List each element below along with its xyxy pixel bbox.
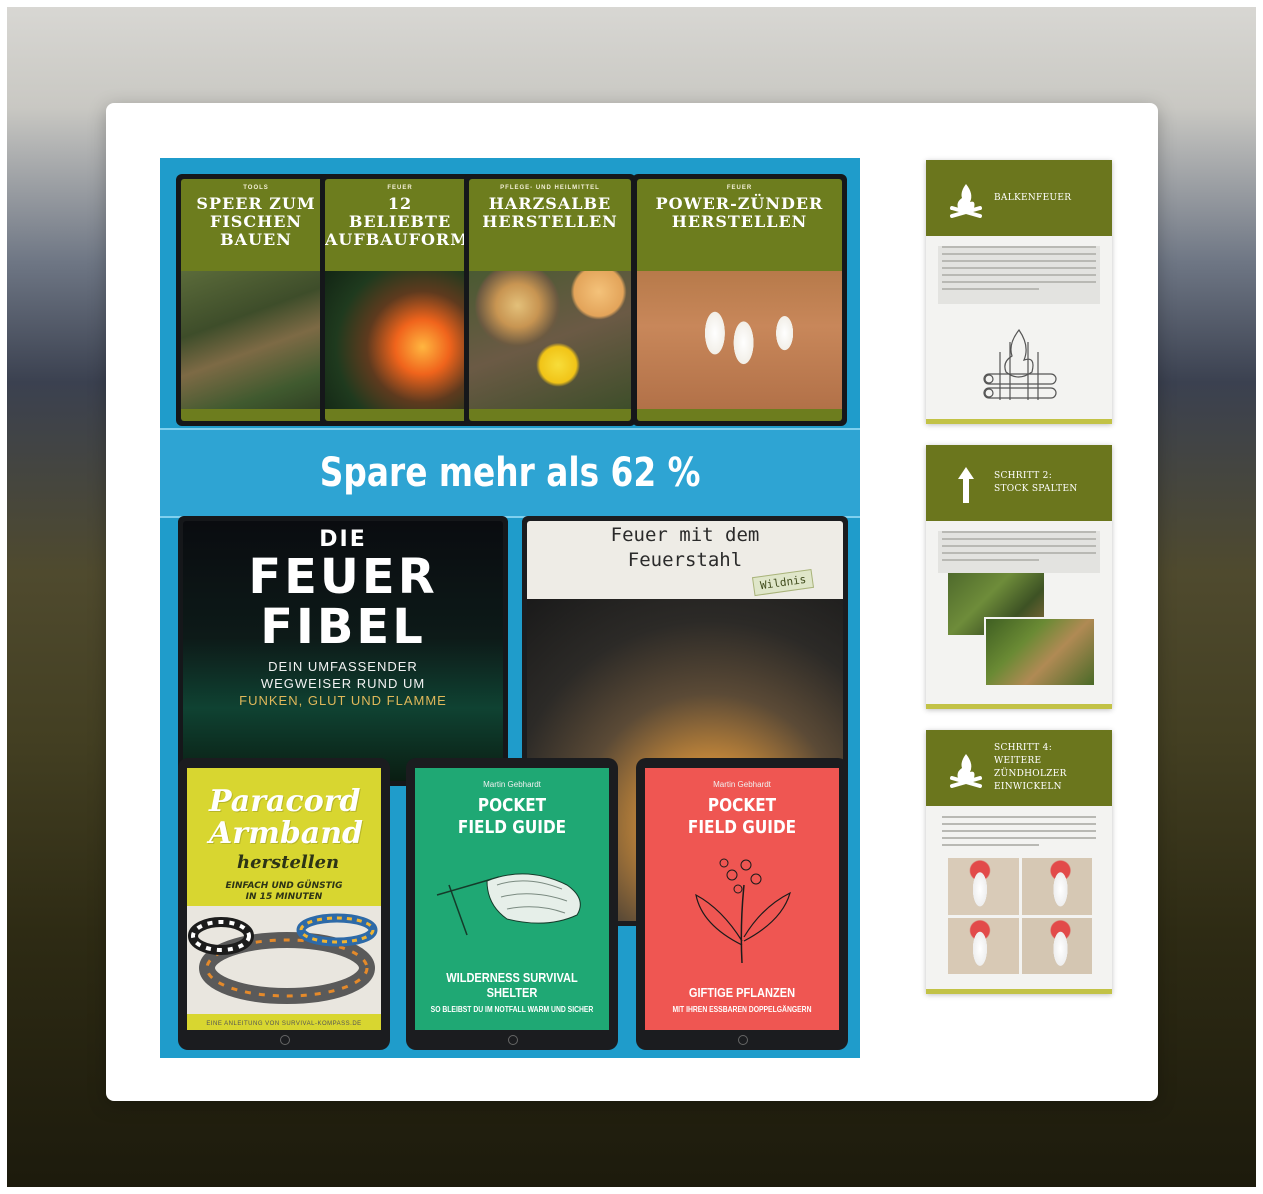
cover-title: 12 BELIEBTE AUFBAUFORMEN: [325, 194, 475, 249]
tablet-home-button: [738, 1035, 748, 1045]
paracord-subtitle: herstellen: [237, 852, 340, 873]
guide-page-stock-spalten[interactable]: SCHRITT 2: STOCK SPALTEN: [926, 445, 1112, 709]
ebook-paracord: Paracord Armband herstellen EINFACH UND …: [178, 758, 390, 1050]
paracord-bracelet-illustration: [188, 913, 378, 1004]
guide-text-block: [938, 531, 1100, 573]
paracord-title: Paracord Armband: [209, 784, 364, 851]
ebook-speer-fischen: TOOLS SPEER ZUM FISCHEN BAUEN: [176, 174, 336, 426]
cover-title: POWER-ZÜNDER HERSTELLEN: [655, 194, 824, 231]
cover-photo: [637, 271, 842, 409]
cover-photo: [469, 271, 631, 409]
paracord-tagline: EINFACH UND GÜNSTIG IN 15 MINUTEN: [225, 881, 343, 902]
pocket-author: Martin Gebhardt: [713, 780, 771, 789]
feuer-fibel-subtitle-accent: FUNKEN, GLUT UND FLAMME: [239, 693, 447, 708]
shelter-illustration: [436, 873, 581, 936]
guide-header: SCHRITT 2: STOCK SPALTEN: [926, 445, 1112, 521]
campfire-icon: [950, 754, 982, 788]
pocket-bottom-subtitle: MIT IHREN ESSBAREN DOPPELGÄNGERN: [672, 1005, 812, 1014]
guide-header: BALKENFEUER: [926, 160, 1112, 236]
pocket-title: POCKET FIELD GUIDE: [687, 795, 797, 838]
ebook-power-zuender: FEUER POWER-ZÜNDER HERSTELLEN: [632, 174, 847, 426]
feuer-fibel-title: FEUER FIBEL: [248, 549, 438, 655]
pocket-bottom-subtitle: SO BLEIBST DU IM NOTFALL WARM UND SICHER: [430, 1005, 594, 1014]
ebook-harzsalbe: PFLEGE- UND HEILMITTEL HARZSALBE HERSTEL…: [464, 174, 636, 426]
guide-title: BALKENFEUER: [994, 192, 1072, 203]
tablet-home-button: [508, 1035, 518, 1045]
paracord-footer: EINE ANLEITUNG VON SURVIVAL-KOMPASS.DE: [206, 1021, 362, 1027]
guide-page-balkenfeuer[interactable]: BALKENFEUER: [926, 160, 1112, 424]
pocket-title: POCKET FIELD GUIDE: [457, 795, 567, 838]
guide-page-zuendholzer[interactable]: SCHRITT 4: WEITERE ZÜNDHOLZER EINWICKELN: [926, 730, 1112, 994]
cover-title: HARZSALBE HERSTELLEN: [482, 194, 618, 231]
feuer-fibel-subtitle: DEIN UMFASSENDER WEGWEISER RUND UM: [260, 659, 426, 691]
paracord-photo: [187, 906, 381, 1014]
pocket-bottom-title: GIFTIGE PFLANZEN: [688, 985, 796, 1000]
guide-text-block: [938, 816, 1100, 858]
cover-title: SPEER ZUM FISCHEN BAUEN: [196, 194, 316, 249]
ebook-feuer-fibel: DIE FEUER FIBEL DEIN UMFASSENDER WEGWEIS…: [178, 516, 508, 786]
plant-illustration: [695, 858, 791, 964]
cover-photo: [325, 271, 475, 409]
guide-photo-2: [984, 617, 1096, 687]
feuerstahl-title: Feuer mit dem Feuerstahl: [610, 524, 760, 571]
pocket-author: Martin Gebhardt: [483, 780, 541, 789]
guide-photo-grid: [948, 858, 1092, 974]
cover-category: TOOLS: [243, 185, 269, 191]
guide-title: SCHRITT 4: WEITERE ZÜNDHOLZER EINWICKELN: [994, 743, 1067, 792]
pocket-bottom-title: WILDERNESS SURVIVAL SHELTER: [446, 970, 578, 1000]
guide-header: SCHRITT 4: WEITERE ZÜNDHOLZER EINWICKELN: [926, 730, 1112, 806]
discount-banner: Spare mehr als 62 %: [160, 428, 860, 518]
arrow-up-icon: [958, 467, 974, 503]
ebook-aufbauformen: FEUER 12 BELIEBTE AUFBAUFORMEN: [320, 174, 480, 426]
guide-title: SCHRITT 2: STOCK SPALTEN: [994, 471, 1078, 494]
cover-category: FEUER: [387, 185, 413, 191]
tablet-home-button: [280, 1035, 290, 1045]
cover-category: FEUER: [726, 185, 753, 191]
cover-category: PFLEGE- UND HEILMITTEL: [500, 185, 600, 191]
cover-photo: [181, 271, 331, 409]
discount-text: Spare mehr als 62 %: [319, 450, 701, 496]
ebook-pocket-shelter: Martin Gebhardt POCKET FIELD GUIDE WILDE…: [406, 758, 618, 1050]
bundle-promo-image[interactable]: TOOLS SPEER ZUM FISCHEN BAUEN FEUER 12 B…: [160, 158, 860, 1058]
log-fire-illustration: [983, 328, 1057, 400]
campfire-icon: [950, 184, 982, 218]
ebook-pocket-pflanzen: Martin Gebhardt POCKET FIELD GUIDE GIFTI…: [636, 758, 848, 1050]
guide-text-block: [938, 246, 1100, 304]
